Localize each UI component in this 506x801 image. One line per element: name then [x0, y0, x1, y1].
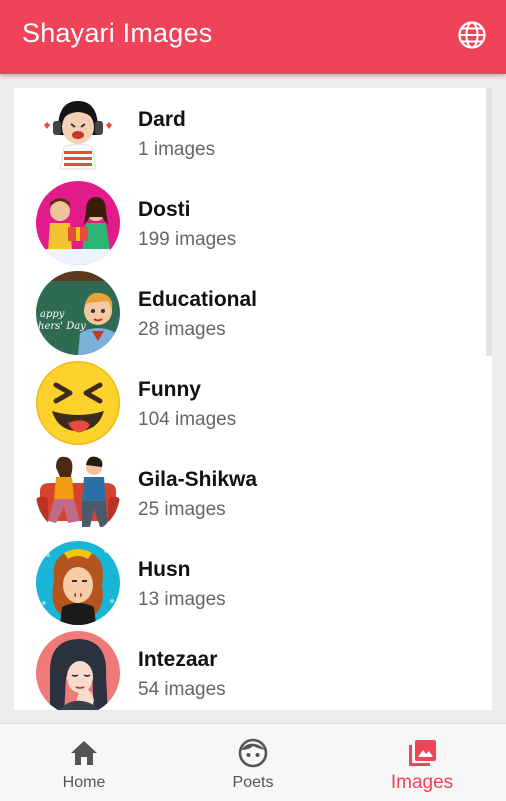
category-count: 13 images — [138, 589, 226, 610]
category-count: 104 images — [138, 409, 237, 430]
nav-home[interactable]: Home — [0, 724, 168, 801]
app-bar: Shayari Images — [0, 0, 506, 74]
svg-text:hers' Day: hers' Day — [38, 321, 86, 332]
category-title: Intezaar — [138, 648, 218, 671]
home-icon — [71, 741, 97, 765]
dard-avatar — [36, 91, 120, 175]
scrollbar[interactable] — [486, 88, 492, 356]
category-title: Dosti — [138, 198, 191, 221]
nav-images[interactable]: Images — [338, 724, 506, 801]
category-count: 199 images — [138, 229, 237, 250]
category-count: 54 images — [138, 679, 226, 700]
funny-avatar — [36, 361, 120, 445]
category-title: Gila-Shikwa — [138, 468, 258, 491]
educational-avatar: appy hers' Day — [36, 271, 120, 355]
nav-home-label: Home — [62, 774, 106, 791]
globe-icon[interactable] — [457, 20, 487, 50]
bottom-navigation: Home Poets Images — [0, 723, 506, 801]
intezaar-avatar — [36, 631, 120, 710]
category-title: Husn — [138, 558, 191, 581]
husn-avatar — [36, 541, 120, 625]
category-row-husn[interactable]: Husn 13 images — [14, 538, 492, 628]
nav-poets[interactable]: Poets — [168, 724, 338, 801]
face-icon — [238, 738, 268, 768]
page-title: Shayari Images — [22, 18, 213, 48]
category-row-dard[interactable]: Dard 1 images — [14, 88, 492, 178]
category-row-educational[interactable]: appy hers' Day Educational 28 images — [14, 268, 492, 358]
nav-images-label: Images — [390, 772, 454, 793]
category-count: 25 images — [138, 499, 226, 520]
category-count: 28 images — [138, 319, 226, 340]
dosti-avatar — [36, 181, 120, 265]
gila-shikwa-avatar — [36, 451, 120, 535]
category-title: Funny — [138, 378, 201, 401]
category-row-dosti[interactable]: Dosti 199 images — [14, 178, 492, 268]
category-title: Dard — [138, 108, 186, 131]
nav-poets-label: Poets — [232, 774, 274, 791]
category-count: 1 images — [138, 139, 216, 160]
svg-text:appy: appy — [40, 309, 65, 320]
category-title: Educational — [138, 288, 258, 311]
category-row-intezaar[interactable]: Intezaar 54 images — [14, 628, 492, 710]
category-row-funny[interactable]: Funny 104 images — [14, 358, 492, 448]
photo-library-icon — [409, 740, 436, 766]
category-list: Dard 1 images Dosti 199 images appy hers… — [14, 88, 492, 710]
category-row-gila-shikwa[interactable]: Gila-Shikwa 25 images — [14, 448, 492, 538]
